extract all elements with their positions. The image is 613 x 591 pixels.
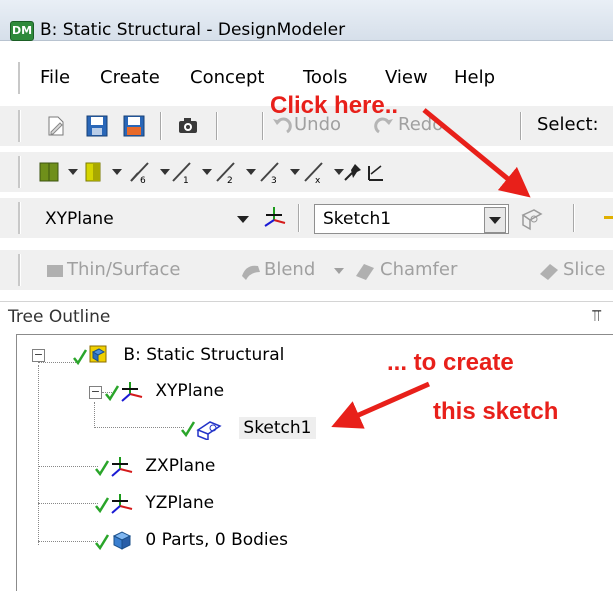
menu-create[interactable]: Create <box>100 65 160 91</box>
line-6-icon[interactable]: 6 <box>128 159 154 185</box>
plane-dropdown-value: XYPlane <box>45 209 114 229</box>
collapse-toggle[interactable]: − <box>32 349 45 362</box>
thin-surface-icon[interactable] <box>42 258 68 284</box>
angle-icon[interactable] <box>364 159 390 185</box>
line-2-icon[interactable]: 2 <box>214 159 240 185</box>
plane-icon <box>95 457 133 477</box>
save-as-icon[interactable] <box>121 113 147 139</box>
tree-item-sketch1[interactable]: Sketch1 <box>180 416 316 442</box>
tree-line <box>38 466 98 467</box>
redo-button[interactable]: Redo <box>398 113 443 137</box>
menu-concept[interactable]: Concept <box>190 65 264 91</box>
new-plane-icon[interactable] <box>262 204 288 230</box>
toolbar-grip <box>18 202 21 234</box>
annotation-this-sketch: this sketch <box>433 398 559 425</box>
svg-text:1: 1 <box>183 176 189 185</box>
new-sketch-icon[interactable] <box>519 205 545 231</box>
line-x-icon[interactable]: x <box>302 159 328 185</box>
sketch-icon <box>181 421 222 442</box>
chevron-down-icon[interactable] <box>484 207 506 233</box>
plane-icon <box>95 494 133 514</box>
tree-item-label: YZPlane <box>145 493 215 513</box>
svg-text:3: 3 <box>271 176 277 185</box>
toolbar-overflow-icon <box>604 216 613 219</box>
toolbar-grip <box>18 156 21 188</box>
sketch-dropdown-value: Sketch1 <box>323 209 392 229</box>
menu-file[interactable]: File <box>40 65 70 91</box>
graph-icon[interactable] <box>80 159 106 185</box>
tree-item-xyplane[interactable]: XYPlane <box>104 380 224 402</box>
chevron-down-icon[interactable] <box>104 159 130 185</box>
new-icon[interactable] <box>42 113 68 139</box>
separator <box>520 112 522 140</box>
annotation-to-create: ... to create <box>387 349 514 376</box>
pin-icon[interactable]: ⫪ <box>592 306 601 326</box>
slice-button[interactable]: Slice <box>563 258 605 282</box>
blend-icon[interactable] <box>238 258 264 284</box>
line-1-icon[interactable]: 1 <box>170 159 196 185</box>
separator <box>160 112 162 140</box>
chevron-down-icon[interactable] <box>326 258 352 284</box>
svg-text:6: 6 <box>140 176 146 185</box>
svg-text:2: 2 <box>227 176 233 185</box>
separator <box>262 112 264 140</box>
tree-item-label: Sketch1 <box>239 417 316 439</box>
camera-icon[interactable] <box>175 113 201 139</box>
line-3-icon[interactable]: 3 <box>258 159 284 185</box>
tree-item-label: B: Static Structural <box>123 345 285 365</box>
tree-line <box>38 541 98 542</box>
blend-button[interactable]: Blend <box>264 258 315 282</box>
tree-item-parts-bodies[interactable]: 0 Parts, 0 Bodies <box>94 529 288 551</box>
tree-outline-title: Tree Outline <box>8 307 111 327</box>
bodies-icon <box>95 531 132 551</box>
chamfer-button[interactable]: Chamfer <box>380 258 457 282</box>
separator <box>298 204 300 232</box>
toolbar-grip <box>18 254 21 286</box>
annotation-click-here: Click here.. <box>270 92 399 119</box>
thin-surface-button[interactable]: Thin/Surface <box>67 258 180 282</box>
menu-tools[interactable]: Tools <box>303 65 347 91</box>
tree-line <box>94 427 184 428</box>
slice-icon[interactable] <box>536 258 562 284</box>
menu-grip <box>18 62 21 94</box>
menu-view[interactable]: View <box>385 65 428 91</box>
svg-text:x: x <box>315 176 321 185</box>
separator <box>216 112 218 140</box>
tree-item-root[interactable]: B: Static Structural <box>72 344 284 366</box>
chamfer-icon[interactable] <box>352 258 378 284</box>
tree-item-label: 0 Parts, 0 Bodies <box>145 530 288 550</box>
graph-icon[interactable] <box>36 159 62 185</box>
chevron-down-icon[interactable] <box>233 207 253 231</box>
tree-line <box>38 503 98 504</box>
tree-item-zxplane[interactable]: ZXPlane <box>94 455 215 477</box>
tree-line <box>38 365 39 545</box>
menu-help[interactable]: Help <box>454 65 495 91</box>
save-icon[interactable] <box>84 113 110 139</box>
plane-dropdown[interactable]: XYPlane <box>36 204 256 234</box>
title-bar: DM B: Static Structural - DesignModeler <box>0 0 613 41</box>
collapse-toggle[interactable]: − <box>89 386 102 399</box>
separator <box>573 204 575 232</box>
app-logo-icon: DM <box>10 21 34 41</box>
tree-item-yzplane[interactable]: YZPlane <box>94 492 214 514</box>
window-title: B: Static Structural - DesignModeler <box>40 20 346 40</box>
model-icon <box>73 345 107 366</box>
tree-item-label: ZXPlane <box>145 456 216 476</box>
sketch-dropdown[interactable]: Sketch1 <box>314 204 509 234</box>
pin-icon[interactable] <box>340 159 366 185</box>
tree-line <box>94 402 95 426</box>
toolbar-grip <box>18 110 21 142</box>
select-label: Select: <box>537 114 599 135</box>
tree-outline-header: Tree Outline ⫪ <box>0 301 613 332</box>
tree-item-label: XYPlane <box>155 381 225 401</box>
plane-icon <box>105 382 143 402</box>
